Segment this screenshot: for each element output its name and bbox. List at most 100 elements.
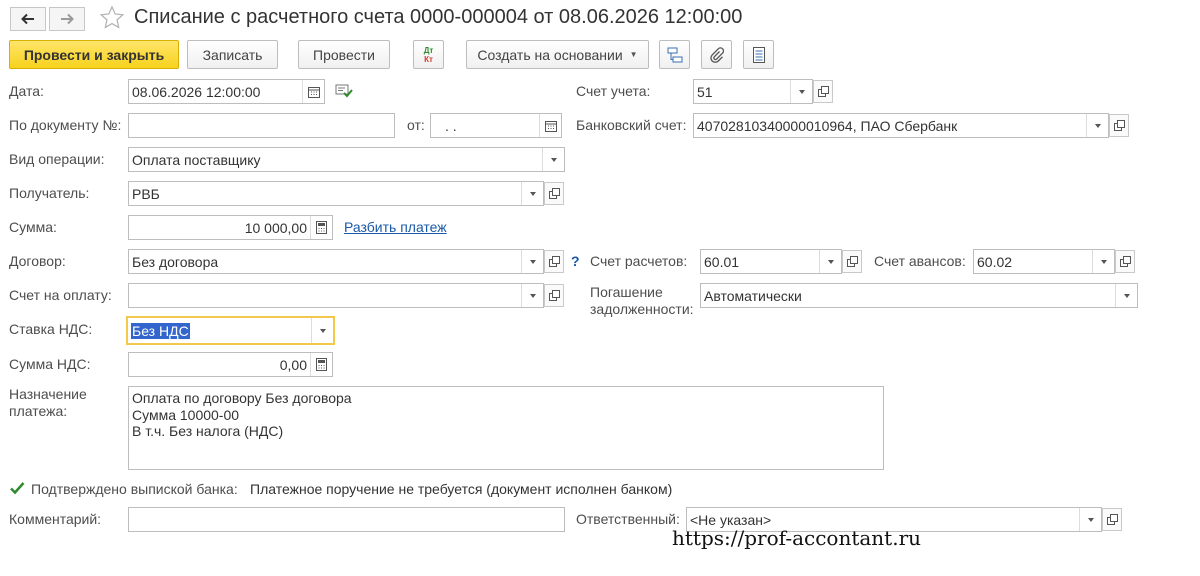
calculator-icon[interactable]: [310, 353, 332, 376]
recipient-value: РВБ: [132, 185, 160, 202]
dropdown-arrow-icon[interactable]: [521, 250, 543, 273]
settle-account-field[interactable]: 60.01: [700, 249, 842, 274]
post-button[interactable]: Провести: [298, 40, 390, 69]
recipient-field[interactable]: РВБ: [128, 181, 544, 206]
page-title: Списание с расчетного счета 0000-000004 …: [134, 6, 743, 28]
dropdown-arrow-icon[interactable]: [542, 148, 564, 171]
save-button[interactable]: Записать: [187, 40, 278, 69]
open-icon: [1106, 514, 1118, 525]
confirmed-label: Подтверждено выпиской банка:: [31, 481, 238, 497]
list-icon: [752, 46, 765, 63]
bank-account-field[interactable]: 40702810340000010964, ПАО Сбербанк: [693, 113, 1109, 138]
post-and-close-button[interactable]: Провести и закрыть: [9, 40, 179, 69]
date-label: Дата:: [9, 83, 44, 99]
open-settle-account-button[interactable]: [842, 250, 862, 273]
open-contract-button[interactable]: [544, 250, 564, 273]
dropdown-arrow-icon[interactable]: [790, 80, 812, 103]
amount-label: Сумма:: [9, 219, 57, 235]
purpose-line: Сумма 10000-00: [132, 406, 240, 423]
dropdown-arrow-icon[interactable]: [1115, 284, 1137, 307]
from-label: от:: [407, 117, 425, 133]
advance-account-field[interactable]: 60.02: [973, 249, 1115, 274]
settle-account-label: Счет расчетов:: [590, 253, 688, 269]
vat-rate-field[interactable]: Без НДС: [127, 317, 334, 344]
debt-repay-field[interactable]: Автоматически: [700, 283, 1138, 308]
operation-label: Вид операции:: [9, 151, 105, 167]
advance-account-value: 60.02: [977, 253, 1013, 270]
bank-account-value: 40702810340000010964, ПАО Сбербанк: [697, 117, 958, 134]
vat-rate-label: Ставка НДС:: [9, 321, 93, 337]
from-date-field[interactable]: . .: [430, 113, 562, 138]
debt-repay-value: Автоматически: [704, 287, 802, 304]
dropdown-arrow-icon[interactable]: [1086, 114, 1108, 137]
date-check-icon[interactable]: [335, 84, 353, 101]
open-icon: [817, 86, 829, 97]
open-icon: [548, 290, 560, 301]
confirmed-checkbox[interactable]: [9, 480, 25, 496]
forward-button[interactable]: [49, 7, 85, 31]
account-label: Счет учета:: [576, 83, 651, 99]
confirmed-note: Платежное поручение не требуется (докуме…: [250, 481, 673, 497]
paperclip-icon: [709, 46, 724, 63]
vat-rate-value: Без НДС: [131, 322, 190, 339]
open-account-button[interactable]: [813, 80, 833, 103]
invoice-field[interactable]: [128, 283, 544, 308]
dropdown-arrow-icon[interactable]: [311, 318, 333, 343]
watermark-url: https://prof-accontant.ru: [672, 526, 922, 550]
debt-repay-label-line1: Погашение: [590, 284, 663, 300]
open-icon: [1113, 120, 1125, 131]
open-icon: [548, 188, 560, 199]
debt-repay-label: Погашение задолженности:: [590, 284, 694, 318]
help-icon[interactable]: ?: [571, 253, 580, 270]
open-responsible-button[interactable]: [1102, 508, 1122, 531]
open-advance-account-button[interactable]: [1115, 250, 1135, 273]
from-date-value: . .: [445, 117, 457, 134]
open-invoice-button[interactable]: [544, 284, 564, 307]
calculator-icon[interactable]: [310, 216, 332, 239]
open-icon: [846, 256, 858, 267]
create-based-on-button[interactable]: Создать на основании ▼: [466, 40, 649, 69]
bank-account-label: Банковский счет:: [576, 117, 687, 133]
debt-repay-label-line2: задолженности:: [590, 301, 694, 317]
structure-button[interactable]: [659, 40, 690, 69]
date-field[interactable]: 08.06.2026 12:00:00: [128, 79, 325, 104]
dt-kt-button[interactable]: Дт Кт: [413, 40, 444, 69]
settle-account-value: 60.01: [704, 253, 740, 270]
dropdown-arrow-icon[interactable]: [1092, 250, 1114, 273]
dropdown-arrow-icon[interactable]: [819, 250, 841, 273]
more-actions-button[interactable]: [743, 40, 774, 69]
dropdown-arrow-icon[interactable]: [521, 182, 543, 205]
account-field[interactable]: 51: [693, 79, 813, 104]
chevron-down-icon: ▼: [629, 50, 638, 59]
account-value: 51: [697, 83, 713, 100]
calendar-icon[interactable]: [539, 114, 561, 137]
operation-field[interactable]: Оплата поставщику: [128, 147, 565, 172]
purpose-label-line2: платежа:: [9, 403, 68, 419]
favorite-star-icon[interactable]: [99, 5, 125, 31]
open-icon: [548, 256, 560, 267]
kt-label: Кт: [424, 54, 433, 64]
comment-field[interactable]: [128, 507, 565, 532]
purpose-label: Назначение платежа:: [9, 386, 87, 420]
vat-amount-field[interactable]: 0,00: [128, 352, 333, 377]
split-payment-link[interactable]: Разбить платеж: [344, 219, 447, 235]
contract-label: Договор:: [9, 253, 66, 269]
open-bank-account-button[interactable]: [1109, 114, 1129, 137]
operation-value: Оплата поставщику: [132, 151, 261, 168]
contract-value: Без договора: [132, 253, 219, 270]
responsible-label: Ответственный:: [576, 511, 680, 527]
attach-files-button[interactable]: [701, 40, 732, 69]
amount-field[interactable]: 10 000,00: [128, 215, 333, 240]
dropdown-arrow-icon[interactable]: [521, 284, 543, 307]
doc-number-field[interactable]: [128, 113, 395, 138]
amount-value: 10 000,00: [244, 219, 307, 236]
dropdown-arrow-icon[interactable]: [1079, 508, 1101, 531]
open-recipient-button[interactable]: [544, 182, 564, 205]
comment-label: Комментарий:: [9, 511, 102, 527]
contract-field[interactable]: Без договора: [128, 249, 544, 274]
open-icon: [1119, 256, 1131, 267]
back-button[interactable]: [10, 7, 46, 31]
purpose-textarea[interactable]: Оплата по договору Без договора Сумма 10…: [128, 386, 884, 470]
vat-amount-label: Сумма НДС:: [9, 356, 91, 372]
calendar-icon[interactable]: [302, 80, 324, 103]
